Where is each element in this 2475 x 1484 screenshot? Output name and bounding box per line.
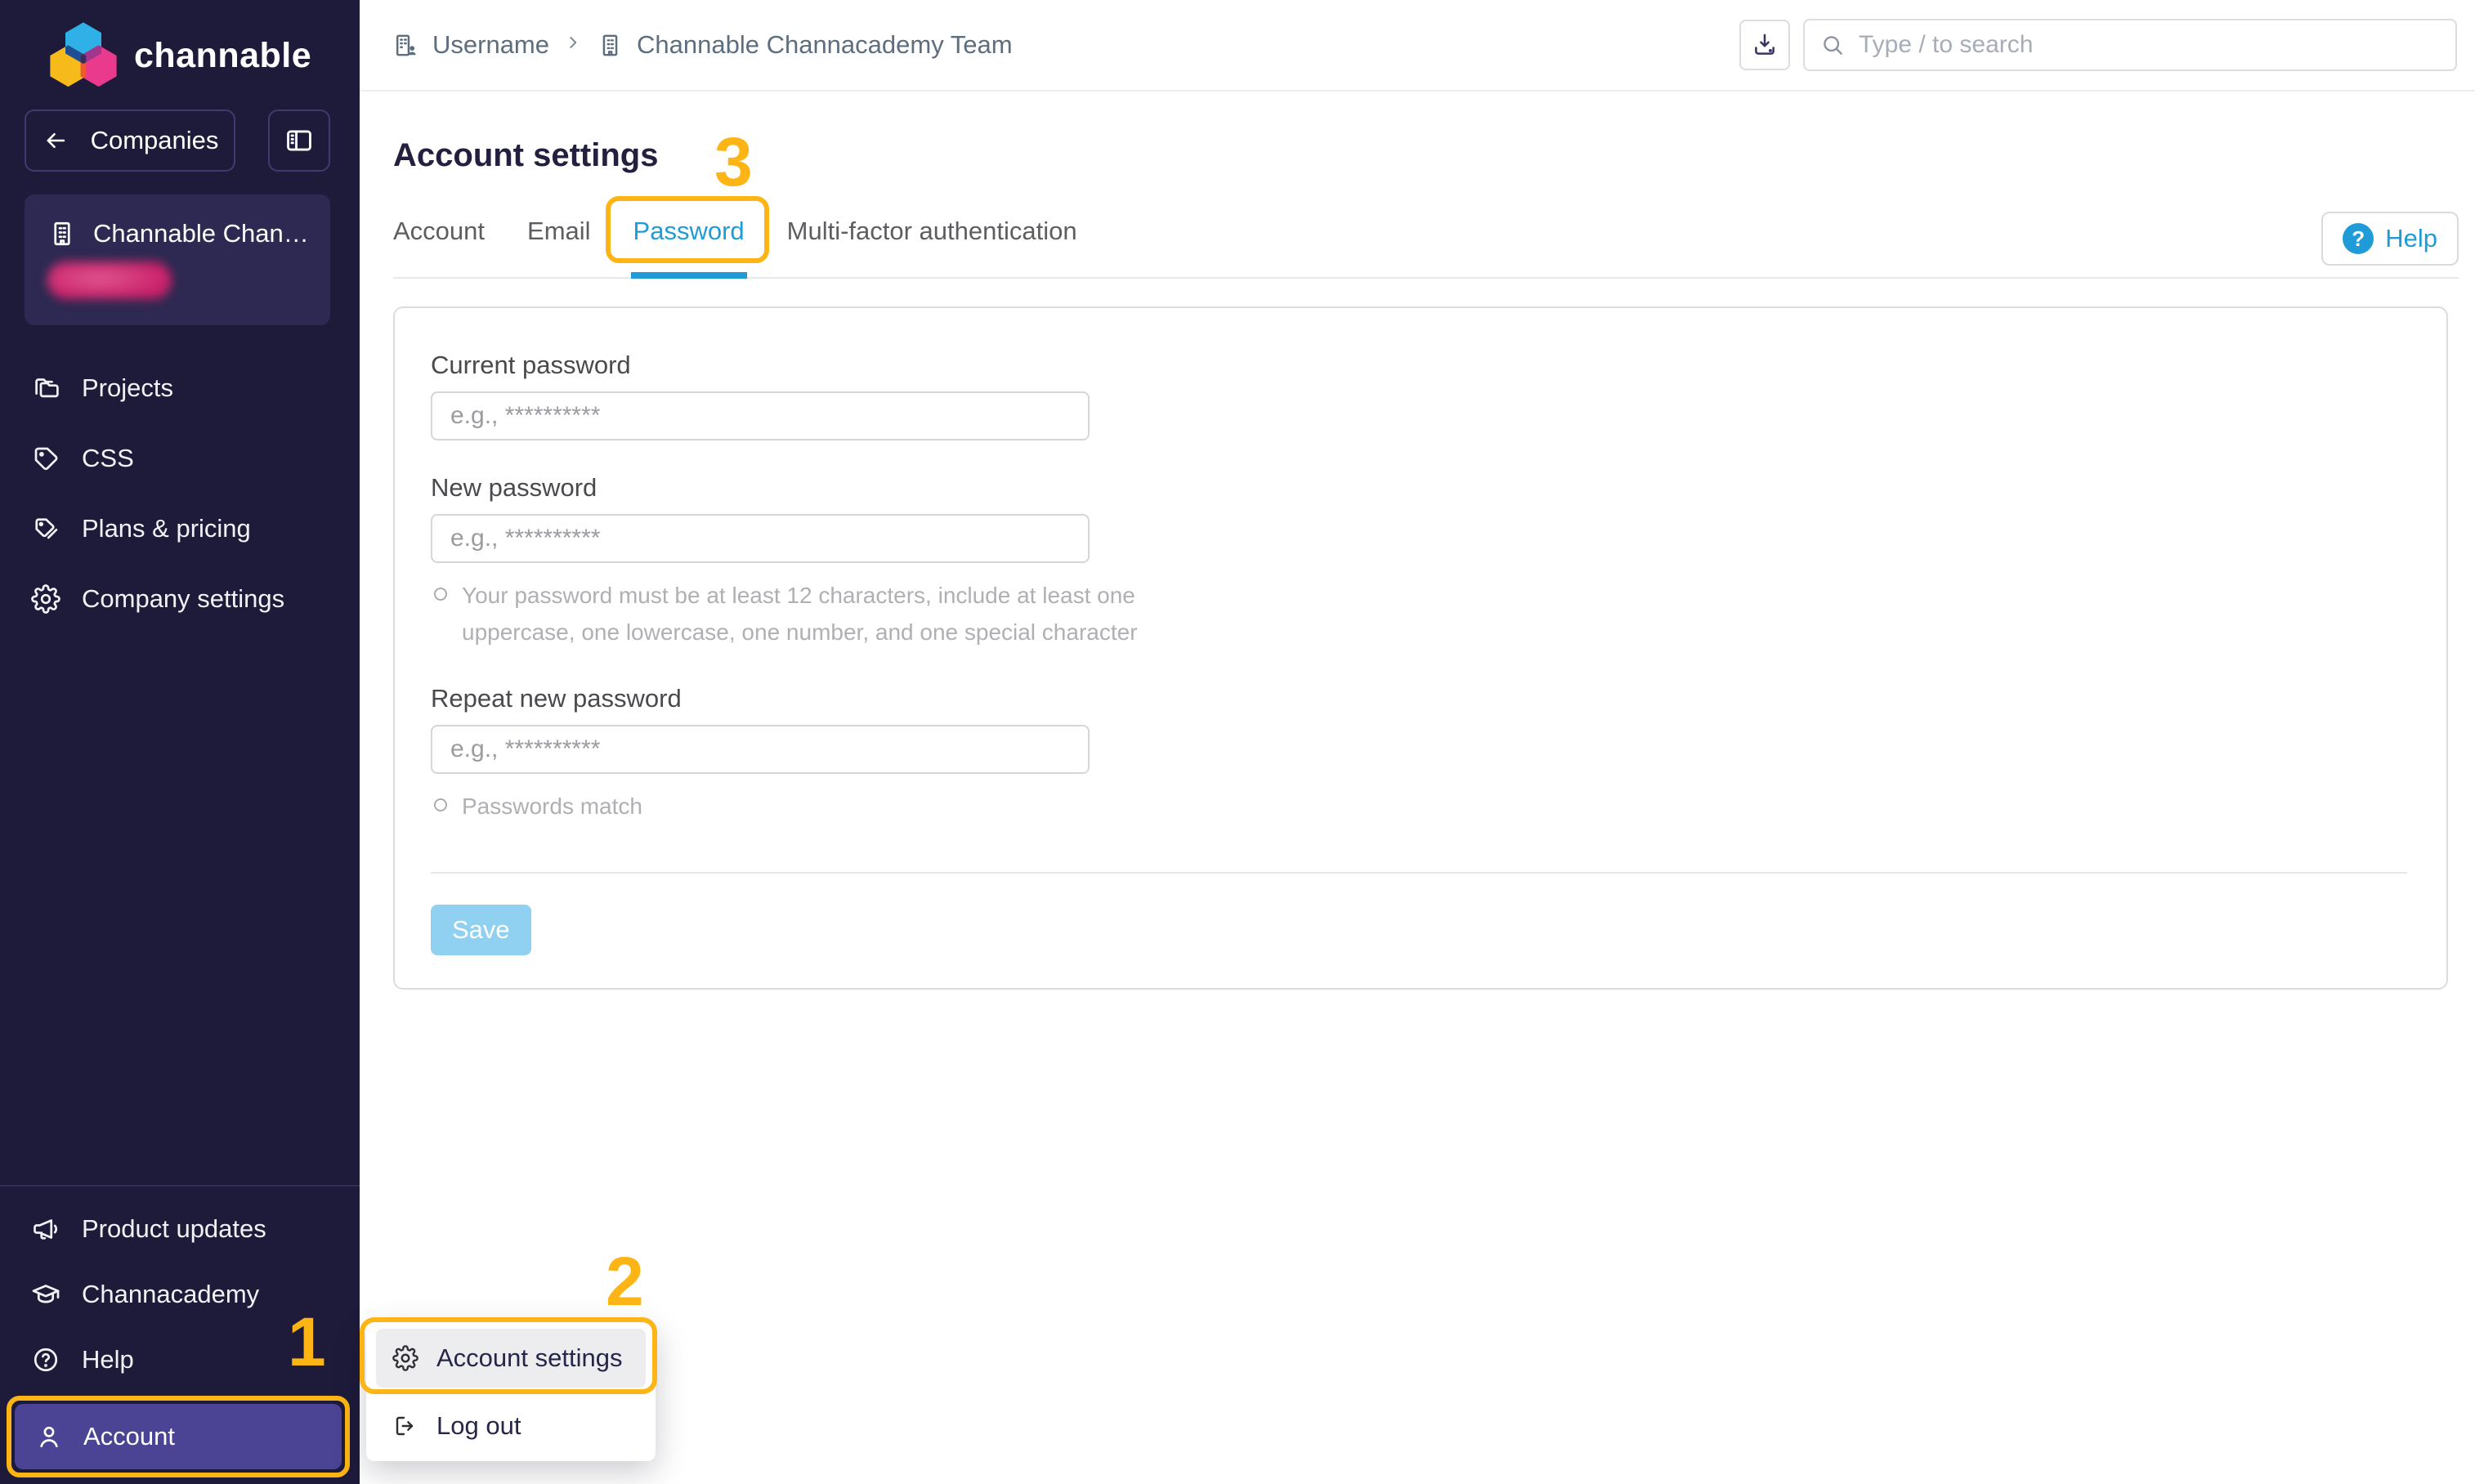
question-circle-filled-icon: ? — [2343, 223, 2374, 254]
search-input[interactable] — [1857, 30, 2441, 60]
field-current-password: Current password — [431, 351, 2407, 440]
sidebar-item-company-settings[interactable]: Company settings — [0, 564, 360, 634]
help-button[interactable]: ? Help — [2321, 212, 2459, 266]
gear-icon — [392, 1345, 418, 1371]
tag-icon — [31, 444, 60, 473]
tags-icon — [31, 514, 60, 543]
field-label: New password — [431, 473, 2407, 503]
tab-password-label: Password — [633, 217, 745, 245]
company-card-header: Channable Chann... — [25, 194, 330, 248]
gear-icon — [31, 584, 60, 614]
sidebar-nav: Projects CSS Plans & pricing — [0, 353, 360, 634]
new-password-input[interactable] — [431, 514, 1090, 563]
brand-logo[interactable]: channable — [0, 0, 360, 103]
main-area: Username Channable Channacademy Team — [360, 0, 2475, 1484]
sidebar-item-channacademy[interactable]: Channacademy — [0, 1262, 360, 1327]
sidebar-collapse-button[interactable] — [268, 110, 330, 172]
circle-outline-icon — [431, 584, 450, 604]
sidebar-footer: Product updates Channacademy Help — [0, 1185, 360, 1484]
question-circle-icon — [31, 1345, 60, 1374]
tabs: Account Email Password Multi-factor auth… — [393, 217, 1077, 277]
search-icon — [1819, 32, 1846, 58]
repeat-password-input[interactable] — [431, 725, 1090, 774]
sidebar-item-label: Product updates — [82, 1214, 266, 1244]
sidebar-item-label: Help — [82, 1345, 134, 1374]
password-form-card: Current password New password Your passw… — [393, 306, 2448, 990]
sidebar-item-label: Channacademy — [82, 1280, 259, 1309]
sidebar-item-label: Projects — [82, 373, 173, 403]
arrow-left-icon — [42, 127, 69, 154]
content: Account settings Account Email Password … — [360, 92, 2475, 990]
building-icon — [597, 32, 624, 59]
page-title: Account settings — [393, 137, 2459, 174]
password-requirements-hint: Your password must be at least 12 charac… — [431, 578, 1232, 651]
passwords-match-text: Passwords match — [462, 789, 642, 825]
menu-item-account-settings[interactable]: Account settings — [376, 1329, 646, 1388]
save-button[interactable]: Save — [431, 905, 531, 955]
password-form: Current password New password Your passw… — [395, 308, 2446, 874]
building-person-icon — [392, 32, 419, 59]
field-label: Repeat new password — [431, 684, 2407, 713]
menu-item-label: Account settings — [436, 1343, 622, 1373]
person-icon — [34, 1422, 64, 1451]
channable-logo-icon — [47, 20, 119, 92]
menu-item-label: Log out — [436, 1411, 521, 1441]
card-footer: Save — [395, 874, 2446, 988]
sidebar-item-label: Account — [83, 1422, 175, 1451]
download-icon — [1751, 31, 1779, 59]
passwords-match-hint: Passwords match — [431, 789, 1232, 825]
circle-outline-icon — [431, 795, 450, 815]
sidebar-item-account[interactable]: Account — [15, 1404, 342, 1469]
field-new-password: New password Your password must be at le… — [431, 473, 2407, 651]
sidebar-item-help[interactable]: Help — [0, 1327, 360, 1392]
breadcrumb-username[interactable]: Username — [432, 30, 549, 60]
breadcrumb-separator — [562, 30, 584, 60]
breadcrumb: Username Channable Channacademy Team — [392, 30, 1013, 60]
field-label: Current password — [431, 351, 2407, 380]
tab-email[interactable]: Email — [527, 217, 591, 246]
account-popup-menu: Account settings Log out — [366, 1322, 656, 1461]
global-search — [1803, 19, 2457, 71]
app-root: channable Companies — [0, 0, 2475, 1484]
sidebar-item-label: CSS — [82, 444, 134, 473]
help-button-label: Help — [2385, 224, 2437, 253]
panel-left-icon — [284, 125, 315, 156]
current-password-input[interactable] — [431, 391, 1090, 440]
companies-label: Companies — [91, 126, 219, 155]
company-name: Channable Chann... — [93, 219, 317, 248]
breadcrumb-team[interactable]: Channable Channacademy Team — [637, 30, 1013, 60]
tab-mfa[interactable]: Multi-factor authentication — [787, 217, 1077, 246]
brand-name: channable — [134, 36, 311, 76]
chevron-right-icon — [562, 32, 584, 53]
menu-item-log-out[interactable]: Log out — [376, 1401, 646, 1451]
folders-icon — [31, 373, 60, 403]
password-requirements-text: Your password must be at least 12 charac… — [462, 578, 1232, 651]
tabs-row: Account Email Password Multi-factor auth… — [393, 217, 2459, 279]
megaphone-icon — [31, 1214, 60, 1244]
company-id-badge-redacted — [47, 261, 172, 299]
sidebar-controls: Companies — [0, 103, 360, 172]
tab-account[interactable]: Account — [393, 217, 485, 246]
building-icon — [47, 219, 77, 248]
sidebar-item-product-updates[interactable]: Product updates — [0, 1196, 360, 1262]
sidebar-item-projects[interactable]: Projects — [0, 353, 360, 423]
logout-icon — [392, 1413, 418, 1439]
field-repeat-password: Repeat new password Passwords match — [431, 684, 2407, 825]
tab-password[interactable]: Password — [633, 217, 745, 246]
sidebar-item-css[interactable]: CSS — [0, 423, 360, 494]
sidebar-item-label: Plans & pricing — [82, 514, 251, 543]
topbar: Username Channable Channacademy Team — [360, 0, 2475, 92]
download-button[interactable] — [1739, 20, 1790, 70]
company-card[interactable]: Channable Chann... — [25, 194, 330, 325]
sidebar: channable Companies — [0, 0, 360, 1484]
step-1-highlight-ring: Account — [7, 1396, 350, 1477]
sidebar-item-plans-pricing[interactable]: Plans & pricing — [0, 494, 360, 564]
companies-back-button[interactable]: Companies — [25, 110, 235, 172]
graduation-cap-icon — [31, 1280, 60, 1309]
sidebar-item-label: Company settings — [82, 584, 284, 614]
